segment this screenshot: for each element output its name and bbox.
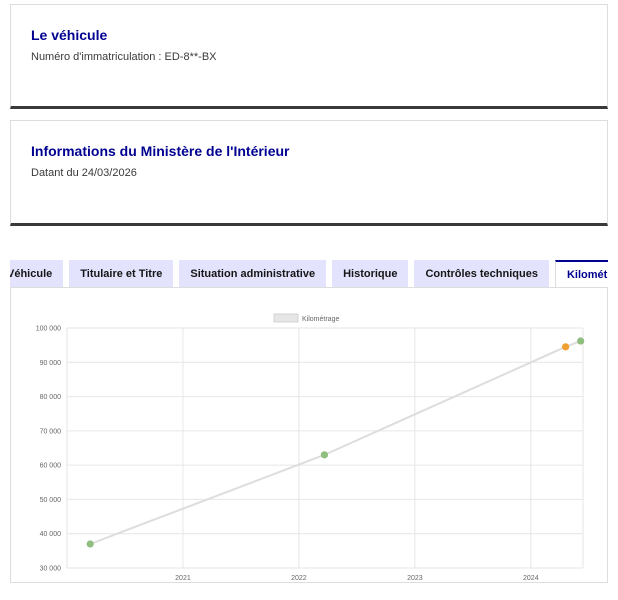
series-line <box>89 340 582 545</box>
registration-text: Numéro d'immatriculation : ED-8**-BX <box>31 51 217 63</box>
data-point <box>320 451 329 459</box>
tab-bar: Véhicule Titulaire et Titre Situation ad… <box>10 260 608 288</box>
x-tick-label: 2024 <box>523 575 539 582</box>
data-point <box>562 343 570 351</box>
data-point <box>86 540 94 548</box>
kilometrage-chart: 30 000 40 000 50 000 60 000 70 000 80 000 90 0… <box>36 313 585 582</box>
ministry-title: Informations du Ministère de l'Intérieur <box>31 143 290 159</box>
vehicle-card: Le véhicule Numéro d'immatriculation : E… <box>10 4 608 109</box>
legend-swatch <box>273 313 299 323</box>
x-tick-label: 2021 <box>175 575 191 582</box>
x-tick-label: 2022 <box>291 575 307 582</box>
kilometrage-panel: 30 000 40 000 50 000 60 000 70 000 80 000 90 0… <box>10 287 608 583</box>
data-point <box>577 337 585 345</box>
y-tick-label: 100 000 <box>36 326 61 333</box>
y-tick-label: 50 000 <box>40 497 62 504</box>
legend-label: Kilométrage <box>302 316 339 323</box>
ministry-card: Informations du Ministère de l'Intérieur… <box>10 120 608 226</box>
y-tick-label: 60 000 <box>40 463 62 470</box>
vehicle-title: Le véhicule <box>31 27 108 43</box>
tab-historique[interactable]: Historique <box>332 260 409 287</box>
y-tick-label: 30 000 <box>40 566 62 573</box>
tab-vehicule[interactable]: Véhicule <box>10 260 64 287</box>
tab-titulaire-titre[interactable]: Titulaire et Titre <box>69 260 174 287</box>
ministry-date: Datant du 24/03/2026 <box>31 167 137 179</box>
y-tick-label: 80 000 <box>40 394 62 401</box>
y-tick-label: 40 000 <box>40 531 62 538</box>
tab-kilometrage[interactable]: Kilométrage <box>554 260 608 288</box>
tab-situation-administrative[interactable]: Situation administrative <box>179 260 327 287</box>
y-tick-label: 90 000 <box>40 360 62 367</box>
y-tick-label: 70 000 <box>40 428 62 435</box>
tab-controles-techniques[interactable]: Contrôles techniques <box>414 260 549 287</box>
x-tick-label: 2023 <box>407 575 423 582</box>
